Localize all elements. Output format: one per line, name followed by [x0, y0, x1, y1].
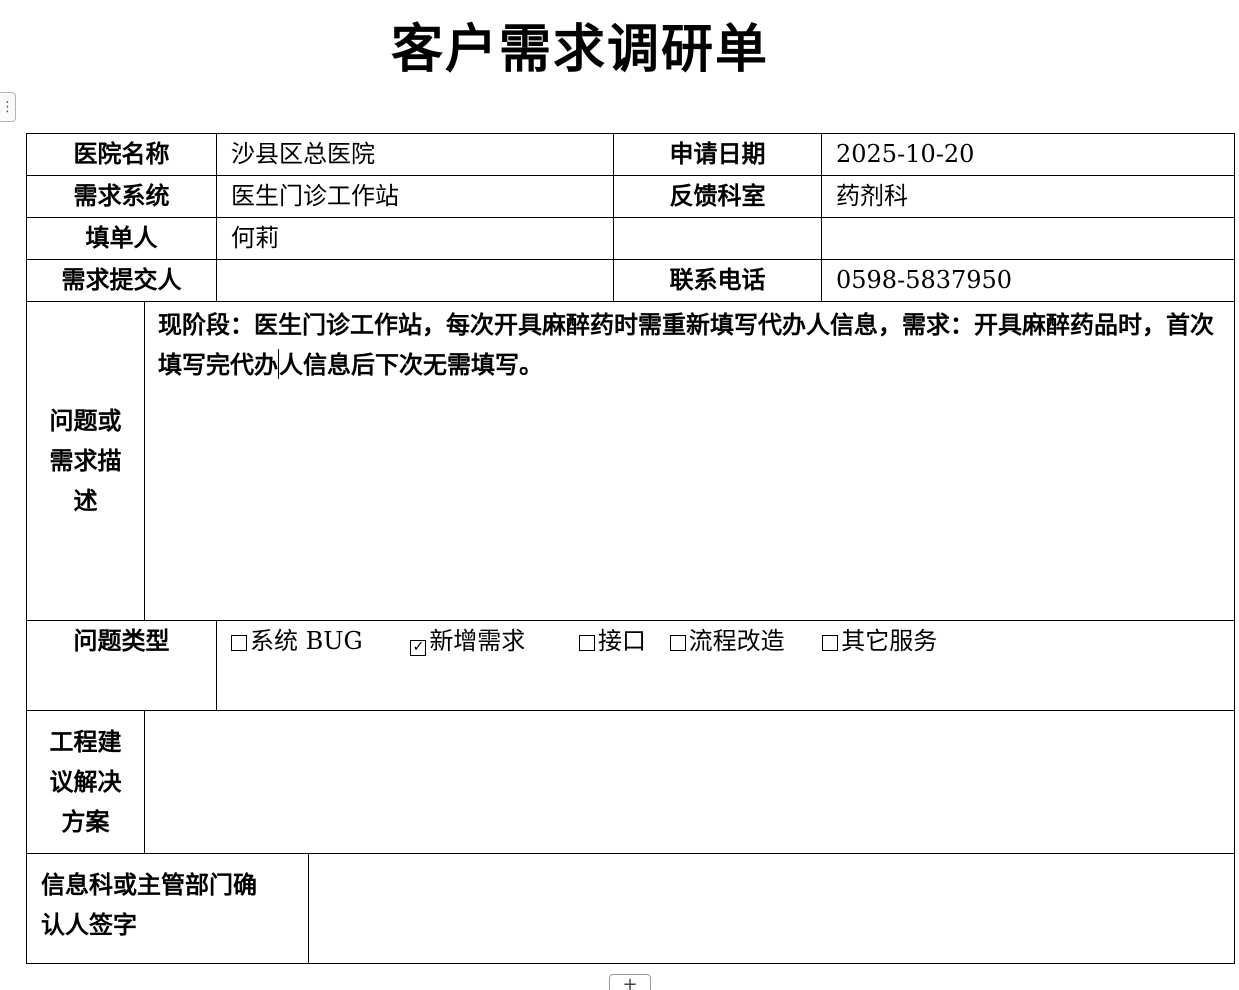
filler-label: 填单人 [26, 217, 217, 260]
issue-option-label: 接口 [597, 627, 646, 655]
apply-date-label: 申请日期 [613, 133, 822, 176]
issue-option-label: 其它服务 [841, 627, 938, 655]
solution-label: 工程建 议解决 方案 [26, 710, 145, 854]
issue-option-interface[interactable]: 接口 [578, 621, 646, 661]
solution-label-line: 议解决 [49, 767, 122, 796]
phone-label: 联系电话 [613, 259, 822, 302]
phone-value[interactable]: 0598-5837950 [821, 259, 1235, 302]
filler-value[interactable]: 何莉 [216, 217, 614, 260]
empty-cell[interactable] [613, 217, 822, 260]
checkbox-icon[interactable] [231, 635, 247, 651]
submitter-value[interactable] [216, 259, 614, 302]
solution-label-line: 工程建 [49, 727, 122, 756]
solution-label-line: 方案 [61, 807, 110, 836]
solution-content[interactable] [144, 710, 1235, 854]
department-label: 反馈科室 [613, 175, 822, 218]
hospital-name-value[interactable]: 沙县区总医院 [216, 133, 614, 176]
add-row-icon[interactable]: + [609, 974, 651, 990]
issue-option-bug[interactable]: 系统 BUG [231, 621, 363, 661]
document-title: 客户需求调研单 [390, 19, 769, 80]
issue-option-new-requirement[interactable]: ✓ 新增需求 [410, 621, 525, 661]
description-label-line: 问题或 [49, 406, 122, 435]
description-label: 问题或 需求描 述 [26, 301, 145, 621]
issue-option-label: 新增需求 [429, 627, 526, 655]
submitter-label: 需求提交人 [26, 259, 217, 302]
issue-type-options: 系统 BUG ✓ 新增需求 接口 流程改造 其它服务 [216, 620, 1235, 711]
checkbox-icon[interactable] [578, 635, 595, 651]
apply-date-value[interactable]: 2025-10-20 [821, 133, 1235, 176]
system-value[interactable]: 医生门诊工作站 [216, 175, 614, 218]
checkbox-icon[interactable] [822, 635, 839, 651]
issue-option-label: 系统 BUG [250, 627, 363, 655]
department-value[interactable]: 药剂科 [821, 175, 1235, 218]
issue-option-label: 流程改造 [688, 627, 785, 655]
issue-type-label: 问题类型 [26, 620, 217, 711]
system-label: 需求系统 [26, 175, 217, 218]
checkbox-checked-icon[interactable]: ✓ [410, 640, 427, 656]
signature-label-line: 信息科或主管部门确 [41, 870, 257, 899]
table-handle-icon[interactable]: ⋮ [0, 92, 16, 122]
description-label-line: 述 [73, 486, 98, 515]
issue-option-other[interactable]: 其它服务 [822, 621, 937, 661]
checkbox-icon[interactable] [669, 635, 686, 651]
hospital-name-label: 医院名称 [26, 133, 217, 176]
signature-label: 信息科或主管部门确 认人签字 [26, 853, 309, 964]
issue-option-process[interactable]: 流程改造 [669, 621, 785, 661]
description-text[interactable]: 现阶段：医生门诊工作站，每次开具麻醉药时需重新填写代办人信息，需求：开具麻醉药品… [144, 301, 1235, 621]
signature-content[interactable] [308, 853, 1235, 964]
signature-label-line: 认人签字 [41, 910, 137, 939]
description-text-part: 人信息后下次无需填写。 [279, 350, 543, 379]
empty-cell[interactable] [821, 217, 1235, 260]
description-label-line: 需求描 [49, 446, 122, 475]
